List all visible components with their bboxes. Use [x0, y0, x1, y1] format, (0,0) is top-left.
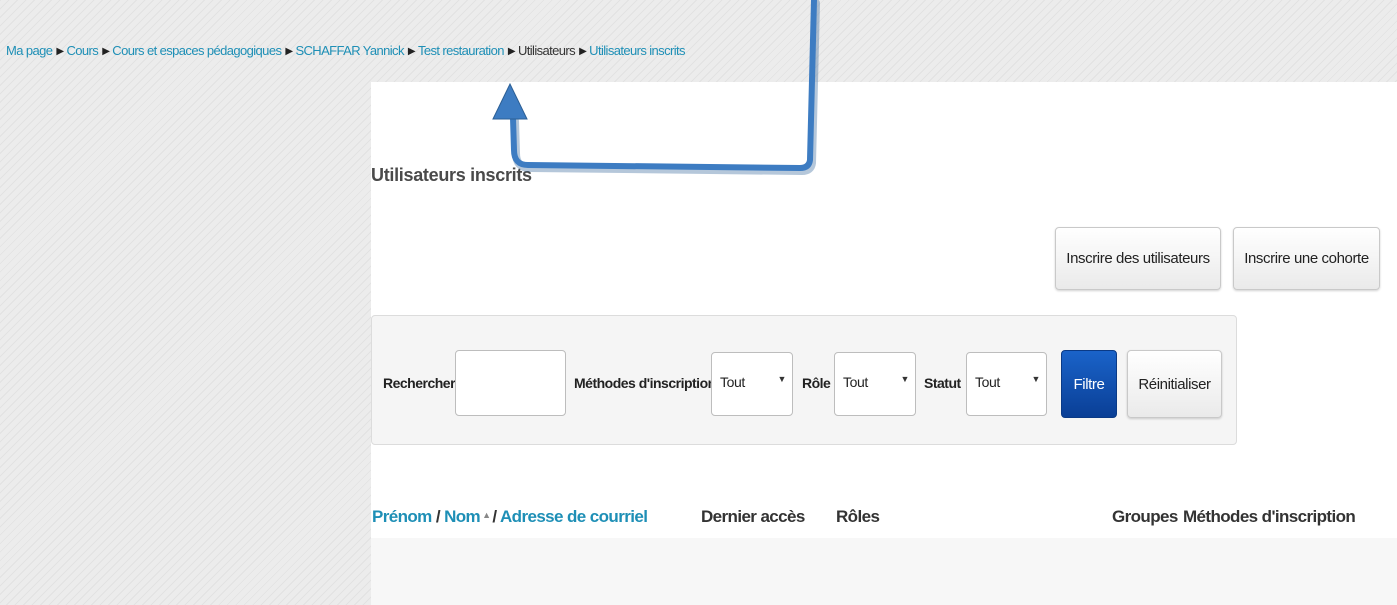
arrow-annotation-icon — [492, 0, 820, 175]
